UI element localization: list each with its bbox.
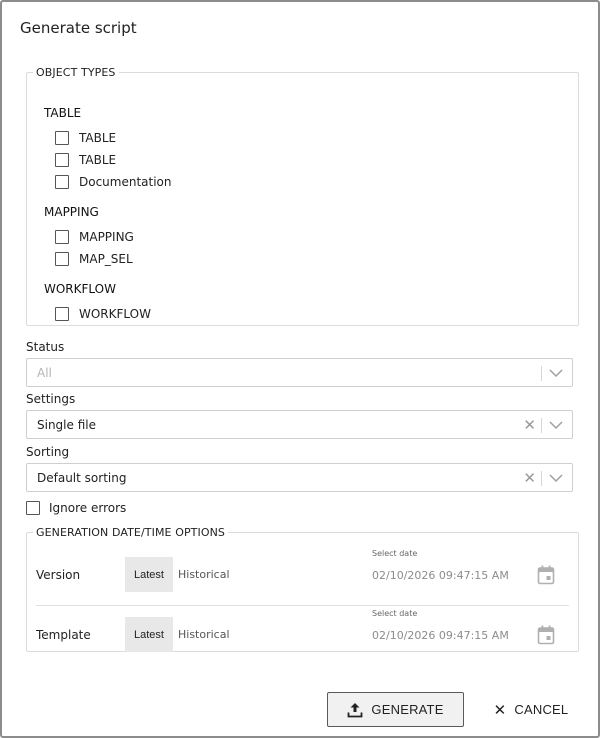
version-date-input[interactable]: 02/10/2026 09:47:15 AM [372,569,509,582]
chevron-down-icon[interactable] [548,418,564,432]
checkbox-label: WORKFLOW [79,307,151,321]
checkbox-row-workflow[interactable]: WORKFLOW [55,305,151,323]
checkbox[interactable] [55,131,69,145]
dialog-title: Generate script [20,19,137,37]
template-label: Template [36,628,91,642]
checkbox[interactable] [55,307,69,321]
select-separator [541,418,542,433]
calendar-icon[interactable] [537,625,555,645]
checkbox-label: TABLE [79,153,117,167]
calendar-icon[interactable] [537,565,555,585]
group-label-workflow: WORKFLOW [44,282,116,296]
template-date-input[interactable]: 02/10/2026 09:47:15 AM [372,629,509,642]
clear-icon[interactable]: ✕ [523,469,536,487]
checkbox-label: TABLE [79,131,117,145]
select-separator [541,471,542,486]
checkbox-row-documentation[interactable]: Documentation [55,173,172,191]
template-historical-button[interactable]: Historical [178,628,230,641]
group-label-table: TABLE [44,106,82,120]
group-label-mapping: MAPPING [44,205,99,219]
version-latest-button[interactable]: Latest [125,557,173,592]
generate-script-dialog: Generate script OBJECT TYPES TABLE TABLE… [0,0,600,738]
sorting-value: Default sorting [37,471,127,485]
checkbox-row-table-1[interactable]: TABLE [55,129,116,147]
ignore-errors-label: Ignore errors [49,501,127,515]
chevron-down-icon[interactable] [548,366,564,380]
template-select-date-label: Select date [372,609,418,618]
status-label: Status [26,340,65,354]
sorting-label: Sorting [26,445,70,459]
generation-options-fieldset: GENERATION DATE/TIME OPTIONS Version Lat… [26,526,579,652]
cancel-button[interactable]: ✕ CANCEL [488,692,574,727]
settings-value: Single file [37,418,96,432]
ignore-errors-checkbox[interactable] [26,501,40,515]
checkbox-label: MAP_SEL [79,252,133,266]
checkbox[interactable] [55,153,69,167]
checkbox[interactable] [55,175,69,189]
cancel-label: CANCEL [514,702,569,717]
checkbox[interactable] [55,252,69,266]
generate-label: GENERATE [371,702,444,717]
generation-options-legend: GENERATION DATE/TIME OPTIONS [36,526,226,539]
version-select-date-label: Select date [372,549,418,558]
object-types-fieldset: OBJECT TYPES TABLE TABLE TABLE Documenta… [26,66,579,326]
template-row: Template Latest Historical Select date 0… [27,603,580,655]
close-icon: ✕ [493,701,507,719]
clear-icon[interactable]: ✕ [523,416,536,434]
generate-button[interactable]: GENERATE [327,692,464,727]
object-types-legend: OBJECT TYPES [36,66,116,79]
settings-label: Settings [26,392,76,406]
select-separator [541,366,542,381]
checkbox-label: Documentation [79,175,172,189]
checkbox-row-map-sel[interactable]: MAP_SEL [55,250,133,268]
sorting-select[interactable]: Default sorting ✕ [26,463,573,492]
chevron-down-icon[interactable] [548,471,564,485]
version-row: Version Latest Historical Select date 02… [27,543,580,606]
checkbox-row-table-2[interactable]: TABLE [55,151,116,169]
status-value: All [37,366,52,380]
upload-icon [348,702,363,717]
template-latest-button[interactable]: Latest [125,617,173,652]
checkbox-row-mapping[interactable]: MAPPING [55,228,134,246]
checkbox-label: MAPPING [79,230,134,244]
version-historical-button[interactable]: Historical [178,568,230,581]
ignore-errors-row[interactable]: Ignore errors [26,501,126,515]
settings-select[interactable]: Single file ✕ [26,410,573,439]
version-label: Version [36,568,81,582]
checkbox[interactable] [55,230,69,244]
status-select[interactable]: All [26,358,573,387]
